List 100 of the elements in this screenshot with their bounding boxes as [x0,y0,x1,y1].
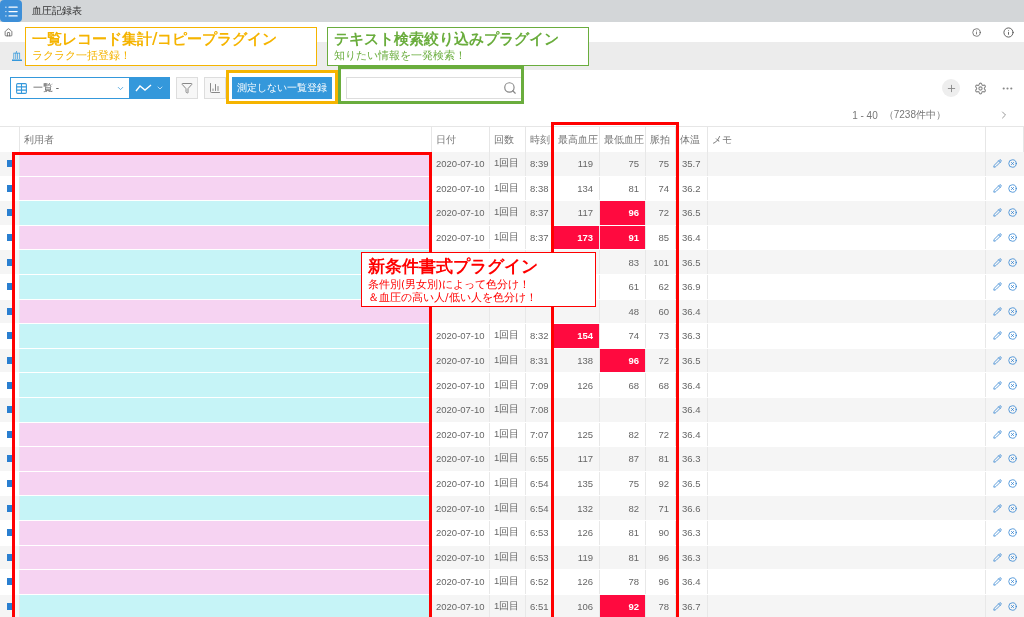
table-cell: 72 [646,201,676,225]
table-cell: 119 [554,152,600,176]
table-cell: 135 [554,471,600,496]
callout-title: 一覧レコード集計/コピープラグイン [32,30,279,49]
table-cell: 6:53 [526,520,554,545]
table-cell: 96 [600,201,646,225]
table-cell: 36.3 [676,545,708,570]
table-cell: 36.5 [676,201,708,225]
table-row[interactable]: 2020-07-10 1回目 7:08 36.4 [0,397,1024,423]
table-cell: 1回目 [490,594,526,617]
table-cell: 2020-07-10 [432,152,490,176]
column-header[interactable]: 利用者 [20,127,432,152]
table-cell: 8:37 [526,201,554,225]
table-cell: 6:55 [526,447,554,471]
table-cell: 2020-07-10 [432,545,490,570]
view-select[interactable]: 一覧 - [10,77,170,99]
table-cell: 8:38 [526,176,554,201]
table-cell: 2020-07-10 [432,471,490,496]
table-cell: 90 [646,520,676,545]
bulk-register-button[interactable]: 測定しない一覧登録 [232,77,332,99]
table-cell: 1回目 [490,397,526,422]
table-cell: 62 [646,274,676,299]
table-row[interactable]: 2020-07-10 1回目 6:54 132 82 71 36.6 [0,496,1024,521]
table-cell: 6:53 [526,545,554,570]
table-cell: 6:52 [526,570,554,594]
table-cell: 92 [646,471,676,496]
table-cell: 1回目 [490,471,526,496]
table-cell: 8:39 [526,152,554,176]
table-cell: 68 [600,373,646,397]
callout-text: ラクラク一括登録！ [32,49,132,63]
table-cell: 125 [554,422,600,447]
table-cell: 72 [646,348,676,373]
table-cell: 36.3 [676,520,708,545]
table-cell: 2020-07-10 [432,397,490,422]
table-cell: 126 [554,520,600,545]
table-cell: 1回目 [490,201,526,225]
table-row[interactable]: 2020-07-10 1回目 6:53 119 81 96 36.3 [0,545,1024,571]
table-cell: 1回目 [490,545,526,570]
table-cell: 60 [646,299,676,324]
table-cell: 1回目 [490,496,526,520]
table-cell: 82 [600,422,646,447]
table-cell: 36.4 [676,570,708,594]
table-cell: 7:07 [526,422,554,447]
table-cell: 2020-07-10 [432,324,490,348]
table-cell: 36.4 [676,397,708,422]
table-cell: 81 [600,545,646,570]
table-cell: 1回目 [490,324,526,348]
table-cell: 1回目 [490,348,526,373]
table-row[interactable]: 2020-07-10 1回目 8:31 138 96 72 36.5 [0,348,1024,374]
table-row[interactable]: 2020-07-10 1回目 6:55 117 87 81 36.3 [0,447,1024,472]
table-cell: 7:09 [526,373,554,397]
pager-total: （7238件中） [883,108,946,122]
table-cell: 85 [646,225,676,250]
table-cell: 36.5 [676,471,708,496]
table-cell: 81 [600,176,646,201]
table-cell: 6:54 [526,496,554,520]
table-cell: 82 [600,496,646,520]
table-cell: 36.4 [676,422,708,447]
table-cell: 2020-07-10 [432,447,490,471]
table-cell: 36.9 [676,274,708,299]
table-row[interactable]: 2020-07-10 1回目 6:51 106 92 78 36.7 [0,594,1024,617]
callout-text: 知りたい情報を一発検索！ [334,49,467,63]
table-cell: 6:54 [526,471,554,496]
table-cell: 2020-07-10 [432,496,490,520]
table-row[interactable]: 2020-07-10 1回目 8:39 119 75 75 35.7 [0,152,1024,177]
table-cell: 1回目 [490,225,526,250]
table-cell: 96 [646,545,676,570]
table-cell: 68 [646,373,676,397]
callout-title: テキスト検索絞り込みプラグイン [334,30,560,49]
table-cell: 132 [554,496,600,520]
table-cell: 7:08 [526,397,554,422]
table-cell: 2020-07-10 [432,422,490,447]
table-cell: 75 [646,152,676,176]
table-cell: 36.3 [676,447,708,471]
table-cell: 117 [554,447,600,471]
table-cell: 78 [600,570,646,594]
callout-title: 新条件書式プラグイン [368,255,539,278]
table-cell: 35.7 [676,152,708,176]
table-cell: 173 [554,225,600,250]
table-cell: 2020-07-10 [432,201,490,225]
table-cell: 72 [646,422,676,447]
table-cell: 36.4 [676,373,708,397]
table-cell: 48 [600,299,646,324]
callout-text: 条件別(男女別)によって色分け！ [368,278,532,292]
app-title: 血圧記録表 [32,4,82,18]
table-cell: 101 [646,250,676,274]
table-cell: 126 [554,373,600,397]
table-cell: 78 [646,594,676,617]
table-cell: 36.4 [676,299,708,324]
table-row[interactable]: 2020-07-10 1回目 8:37 117 96 72 36.5 [0,201,1024,226]
table-cell: 1回目 [490,373,526,397]
table-cell: 36.2 [676,176,708,201]
table-cell: 92 [600,594,646,617]
table-cell: 36.6 [676,496,708,520]
table-cell: 91 [600,225,646,250]
table-cell: 134 [554,176,600,201]
table-cell: 126 [554,570,600,594]
table-cell: 1回目 [490,570,526,594]
table-cell: 2020-07-10 [432,225,490,250]
table-cell: 1回目 [490,520,526,545]
